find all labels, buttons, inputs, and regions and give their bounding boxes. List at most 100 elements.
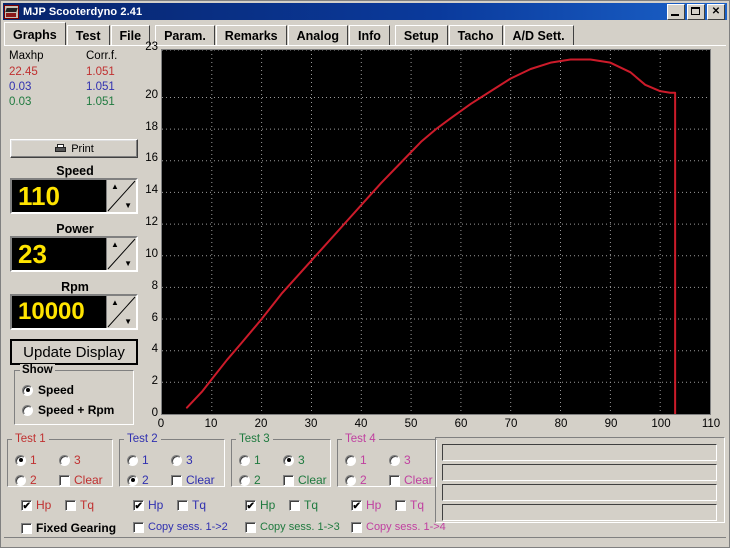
test-4-tq-checkbox[interactable]: Tq [395,498,424,512]
radio-icon[interactable] [59,454,70,466]
checkbox-icon[interactable] [59,474,70,486]
stepper-down-icon[interactable]: ▼ [124,202,132,210]
power-stepper[interactable]: ▲ ▼ [106,238,136,270]
plot-canvas[interactable] [161,49,711,415]
rpm-display[interactable]: 10000 ▲ ▼ [10,294,138,330]
test-2-tq-checkbox[interactable]: Tq [177,498,206,512]
radio-icon[interactable] [22,404,33,416]
rpm-stepper[interactable]: ▲ ▼ [106,296,136,328]
test-1-clear-checkbox[interactable]: Clear [59,473,103,487]
checkbox-icon[interactable] [351,521,362,533]
tab-label: Remarks [224,28,278,43]
corrf-value-2: 1.051 [86,81,115,93]
minimize-button[interactable] [667,3,685,20]
y-tick-label: 12 [145,216,158,229]
tab-info[interactable]: Info [348,25,390,46]
test-3-radio-3[interactable]: 3 [283,453,305,467]
show-option-speed-rpm[interactable]: Speed + Rpm [22,403,114,417]
checkbox-icon[interactable] [283,474,294,486]
maximize-button[interactable] [687,3,705,20]
radio-icon[interactable] [171,454,182,466]
y-tick-label: 6 [151,311,158,324]
checkbox-icon[interactable] [245,521,256,533]
tab-remarks[interactable]: Remarks [215,25,287,46]
test-4-clear-checkbox[interactable]: Clear [389,473,433,487]
maxhp-value-2: 0.03 [9,81,32,93]
test-2-radio-3[interactable]: 3 [171,453,193,467]
stepper-down-icon[interactable]: ▼ [124,260,132,268]
test-2-radio-2[interactable]: 2 [127,473,149,487]
radio-icon[interactable] [22,384,33,396]
test-1-radio-2[interactable]: 2 [15,473,37,487]
radio-icon[interactable] [345,454,356,466]
radio-icon[interactable] [345,474,356,486]
test-1-radio-3[interactable]: 3 [59,453,81,467]
test-1-tq-checkbox[interactable]: Tq [65,498,94,512]
tab-graphs[interactable]: Graphs [4,22,66,46]
test-4-extra-checkbox[interactable]: Copy sess. 1->4 [351,521,446,533]
update-display-button[interactable]: Update Display [10,339,138,365]
checkbox-icon[interactable] [351,499,362,512]
checkbox-icon[interactable] [171,474,182,486]
notes-field-2[interactable] [442,464,717,481]
radio-icon[interactable] [15,474,26,486]
notes-field-4[interactable] [442,504,717,521]
checkbox-icon[interactable] [133,521,144,533]
speed-display[interactable]: 110 ▲ ▼ [10,178,138,214]
test-3-radio-2[interactable]: 2 [239,473,261,487]
tab-label: A/D Sett. [512,28,565,43]
test-4-radio-2[interactable]: 2 [345,473,367,487]
checkbox-icon[interactable] [65,499,76,511]
tab-a-d-sett[interactable]: A/D Sett. [503,25,574,46]
checkbox-icon[interactable] [177,499,188,511]
x-tick-label: 60 [454,418,468,430]
show-option-speed[interactable]: Speed [22,383,74,397]
radio-icon[interactable] [15,454,26,466]
stepper-up-icon[interactable]: ▲ [111,241,119,249]
test-3-clear-checkbox[interactable]: Clear [283,473,327,487]
test-3-radio-1[interactable]: 1 [239,453,261,467]
test-3-tq-checkbox[interactable]: Tq [289,498,318,512]
test-3-hp-checkbox[interactable]: Hp [245,498,275,512]
test-2-hp-checkbox[interactable]: Hp [133,498,163,512]
test-4-radio-3[interactable]: 3 [389,453,411,467]
checkbox-icon[interactable] [21,522,32,534]
radio-icon[interactable] [239,454,250,466]
test-3-extra-checkbox[interactable]: Copy sess. 1->3 [245,521,340,533]
speed-stepper[interactable]: ▲ ▼ [106,180,136,212]
test-1-extra-checkbox[interactable]: Fixed Gearing [21,521,116,535]
tab-test[interactable]: Test [66,25,110,46]
checkbox-icon[interactable] [21,499,32,512]
test-4-hp-checkbox[interactable]: Hp [351,498,381,512]
checkbox-icon[interactable] [133,499,144,512]
tab-param[interactable]: Param. [155,25,215,46]
stepper-up-icon[interactable]: ▲ [111,183,119,191]
test-2-extra-checkbox[interactable]: Copy sess. 1->2 [133,521,228,533]
checkbox-icon[interactable] [245,499,256,512]
radio-icon[interactable] [127,474,138,486]
radio-icon[interactable] [127,454,138,466]
radio-icon[interactable] [389,454,400,466]
notes-field-1[interactable] [442,444,717,461]
stepper-down-icon[interactable]: ▼ [124,318,132,326]
notes-field-3[interactable] [442,484,717,501]
test-4-radio-1[interactable]: 1 [345,453,367,467]
power-display[interactable]: 23 ▲ ▼ [10,236,138,272]
tab-analog[interactable]: Analog [287,25,348,46]
checkbox-icon[interactable] [395,499,406,511]
print-button[interactable]: Print [10,139,138,158]
close-icon[interactable]: ✕ [707,3,725,20]
radio-icon[interactable] [283,454,294,466]
test-2-clear-checkbox[interactable]: Clear [171,473,215,487]
checkbox-icon[interactable] [289,499,300,511]
tab-tacho[interactable]: Tacho [448,25,503,46]
test-1-radio-1[interactable]: 1 [15,453,37,467]
stepper-up-icon[interactable]: ▲ [111,299,119,307]
test-1-hp-checkbox[interactable]: Hp [21,498,51,512]
test-2-radio-1-label: 1 [142,453,149,467]
tab-setup[interactable]: Setup [394,25,448,46]
radio-icon[interactable] [239,474,250,486]
tab-bar: Graphs Test File Param. Remarks Analog Info Set… [4,22,726,46]
checkbox-icon[interactable] [389,474,400,486]
test-2-radio-1[interactable]: 1 [127,453,149,467]
